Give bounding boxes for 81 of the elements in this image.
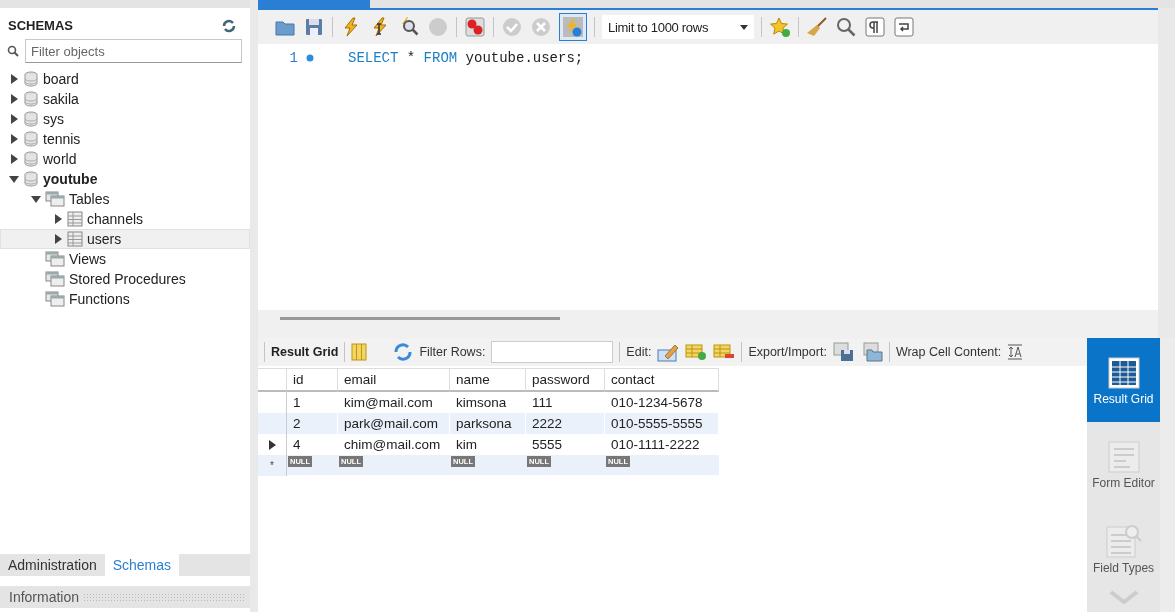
database-icon: [23, 171, 39, 187]
tree-item[interactable]: youtube: [43, 171, 98, 187]
tree-item[interactable]: Views: [69, 251, 107, 267]
dropdown-caret-icon: [740, 24, 748, 30]
stacked-tables-icon: [45, 191, 65, 207]
tree-item[interactable]: channels: [87, 211, 144, 227]
filter-rows-field[interactable]: [491, 341, 614, 363]
star-plus-icon[interactable]: [769, 16, 791, 38]
columns-icon[interactable]: [351, 343, 368, 361]
tree-item[interactable]: board: [43, 71, 79, 87]
table-remove-icon[interactable]: [713, 343, 736, 361]
sql-code: SELECT * FROM youtube.users;: [348, 50, 584, 66]
column-header[interactable]: password: [526, 368, 605, 392]
table-add-icon[interactable]: [685, 343, 708, 361]
view-switch-button[interactable]: Form Editor: [1087, 422, 1160, 506]
tree-item[interactable]: world: [43, 151, 77, 167]
expanded-arrow-icon[interactable]: [9, 174, 19, 184]
table-cell: 010-5555-5555: [605, 413, 719, 434]
wrap-label: Wrap Cell Content:: [895, 345, 1002, 359]
tree-item[interactable]: Tables: [69, 191, 110, 207]
search-icon: [7, 45, 19, 57]
form-icon: [1106, 439, 1141, 474]
limit-dropdown[interactable]: Limit to 1000 rows: [602, 15, 754, 39]
refresh-icon[interactable]: [222, 18, 236, 33]
tree-item[interactable]: sakila: [43, 91, 79, 107]
info-panel-header[interactable]: Information: [0, 586, 250, 608]
column-header[interactable]: contact: [605, 368, 719, 392]
stacked-tables-icon: [45, 251, 65, 267]
column-header[interactable]: email: [338, 368, 450, 392]
grid-icon: [1106, 355, 1141, 390]
field-search-icon: [1104, 522, 1143, 559]
check-icon[interactable]: [501, 16, 523, 38]
panel-title: Information: [9, 589, 80, 605]
tree-item[interactable]: tennis: [43, 131, 81, 147]
statement-marker-icon: [306, 54, 314, 62]
tree-item[interactable]: Functions: [69, 291, 130, 307]
table-folder-icon[interactable]: [860, 342, 883, 362]
database-icon: [23, 131, 39, 147]
row-header-cell[interactable]: [258, 413, 287, 434]
panel-tab[interactable]: Administration: [0, 554, 105, 576]
filter-field[interactable]: Filter objects: [25, 39, 242, 63]
panel-heading: SCHEMAS: [8, 18, 73, 33]
search-icon[interactable]: [835, 16, 857, 38]
database-icon: [23, 91, 39, 107]
error-stop-icon[interactable]: [464, 16, 486, 38]
pilcrow-icon[interactable]: [864, 16, 886, 38]
table-save-icon[interactable]: [832, 342, 855, 362]
table-cell: park@mail.com: [338, 413, 450, 434]
table-cell: parksona: [450, 413, 526, 434]
filter-label: Filter Rows:: [419, 345, 486, 359]
line-number: 1: [288, 50, 298, 66]
result-grid-tab[interactable]: Result Grid: [271, 345, 339, 359]
tree-item[interactable]: Stored Procedures: [69, 271, 186, 287]
export-label: Export/Import:: [748, 345, 827, 359]
table-cell: 2222: [526, 413, 605, 434]
wrap-icon[interactable]: [893, 16, 915, 38]
stacked-tables-icon: [45, 271, 65, 287]
broom-icon[interactable]: [806, 16, 828, 38]
view-switch-button[interactable]: Field Types: [1087, 506, 1160, 590]
new-row-marker: *: [258, 455, 287, 476]
database-icon: [23, 71, 39, 87]
edit-label: Edit:: [626, 345, 652, 359]
table-icon: [67, 211, 83, 227]
tree-item[interactable]: sys: [43, 111, 64, 127]
current-row-arrow-icon: [268, 439, 276, 450]
table-cell: 2: [287, 413, 338, 434]
lightning-check-icon[interactable]: [562, 16, 584, 38]
tree-item[interactable]: users: [87, 231, 122, 247]
column-header[interactable]: id: [287, 368, 338, 392]
refresh-icon[interactable]: [393, 343, 414, 361]
wrap-text-icon[interactable]: [1007, 344, 1024, 360]
stacked-tables-icon: [45, 291, 65, 307]
column-header[interactable]: name: [450, 368, 526, 392]
expanded-arrow-icon[interactable]: [31, 194, 41, 204]
pencil-icon[interactable]: [657, 342, 680, 362]
panel-tab[interactable]: Schemas: [104, 554, 180, 576]
save-icon[interactable]: [303, 16, 325, 38]
database-icon: [23, 111, 39, 127]
scrollbar[interactable]: [280, 317, 560, 320]
database-icon: [23, 151, 39, 167]
view-switch-button[interactable]: Result Grid: [1087, 338, 1160, 422]
